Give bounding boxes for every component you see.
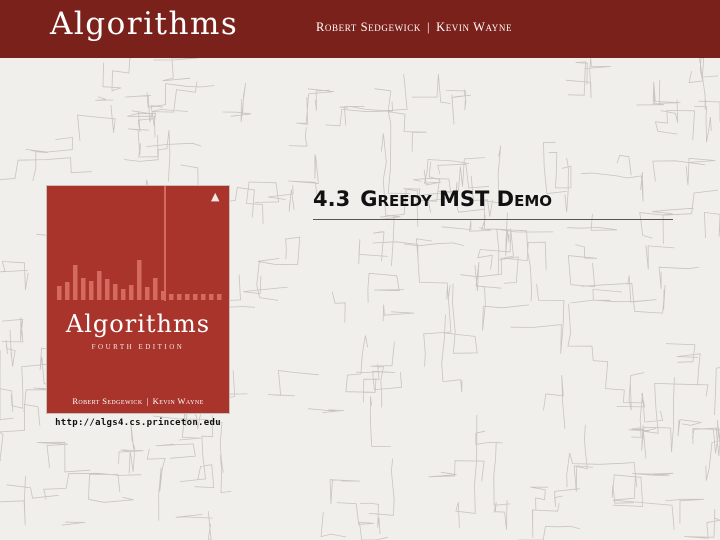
cover-vertical-line <box>164 186 166 301</box>
header-bar: Algorithms Robert Sedgewick | Kevin Wayne <box>0 0 720 58</box>
section-number: 4.3 <box>313 187 351 211</box>
cover-author-sedgewick: Robert Sedgewick <box>72 396 143 406</box>
header-author-separator: | <box>426 20 431 34</box>
cover-title: Algorithms <box>65 310 211 338</box>
cover-author-wayne: Kevin Wayne <box>152 396 204 406</box>
cover-authors: Robert Sedgewick | Kevin Wayne <box>47 396 229 406</box>
header-author-sedgewick: Robert Sedgewick <box>316 20 421 34</box>
header-authors: Robert Sedgewick | Kevin Wayne <box>316 20 512 35</box>
cover-bar-graphic <box>57 260 222 300</box>
header-author-wayne: Kevin Wayne <box>436 20 513 34</box>
title-underline <box>313 219 673 220</box>
book-cover: ▲ Algorithms FOURTH EDITION Robert Sedge… <box>47 186 229 413</box>
header-title: Algorithms <box>50 6 239 42</box>
section-title: 4.3 Greedy MST Demo <box>313 187 552 211</box>
cover-edition: FOURTH EDITION <box>91 343 185 351</box>
cover-author-separator: | <box>146 396 149 406</box>
publisher-logo-icon: ▲ <box>211 190 220 203</box>
book-url: http://algs4.cs.princeton.edu <box>55 418 221 428</box>
section-name: Greedy MST Demo <box>360 187 553 211</box>
